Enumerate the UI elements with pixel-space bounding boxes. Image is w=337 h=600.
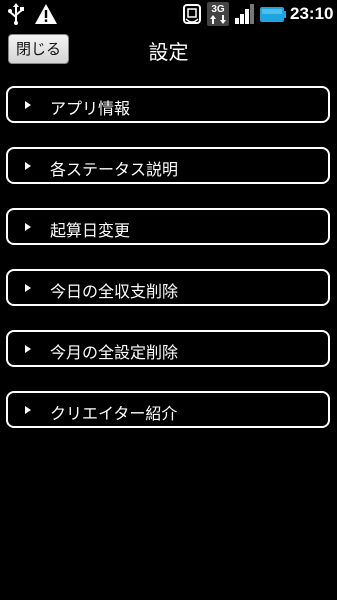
play-arrow-icon (25, 162, 31, 170)
menu-item-label: アプリ情報 (50, 99, 131, 118)
menu-item-start-date-change[interactable]: 起算日変更 (6, 208, 330, 245)
menu-item-label: 起算日変更 (50, 221, 131, 240)
play-arrow-icon (25, 406, 31, 414)
battery-icon (260, 7, 286, 22)
usb-icon (8, 3, 24, 25)
play-arrow-icon (25, 345, 31, 353)
menu-item-status-description[interactable]: 各ステータス説明 (6, 147, 330, 184)
menu-item-label: クリエイター紹介 (50, 404, 178, 423)
menu-item-label: 各ステータス説明 (50, 160, 179, 179)
signal-icon (235, 4, 254, 24)
network-3g-icon: 3G (207, 2, 229, 26)
title-bar: 閉じる 設定 (0, 27, 337, 75)
warning-icon (35, 4, 57, 24)
clock: 23:10 (290, 4, 334, 23)
sim-icon (183, 4, 201, 24)
play-arrow-icon (25, 284, 31, 292)
status-bar: 3G 23:10 (0, 0, 337, 27)
menu-item-label: 今月の全設定削除 (50, 343, 179, 362)
menu-item-delete-today[interactable]: 今日の全収支削除 (6, 269, 330, 306)
menu-item-creator-intro[interactable]: クリエイター紹介 (6, 391, 330, 428)
play-arrow-icon (25, 223, 31, 231)
svg-text:3G: 3G (211, 4, 225, 15)
menu-item-label: 今日の全収支削除 (50, 282, 179, 301)
menu-item-delete-month[interactable]: 今月の全設定削除 (6, 330, 330, 367)
page-title: 設定 (148, 40, 189, 64)
play-arrow-icon (25, 101, 31, 109)
menu-item-app-info[interactable]: アプリ情報 (6, 86, 330, 123)
